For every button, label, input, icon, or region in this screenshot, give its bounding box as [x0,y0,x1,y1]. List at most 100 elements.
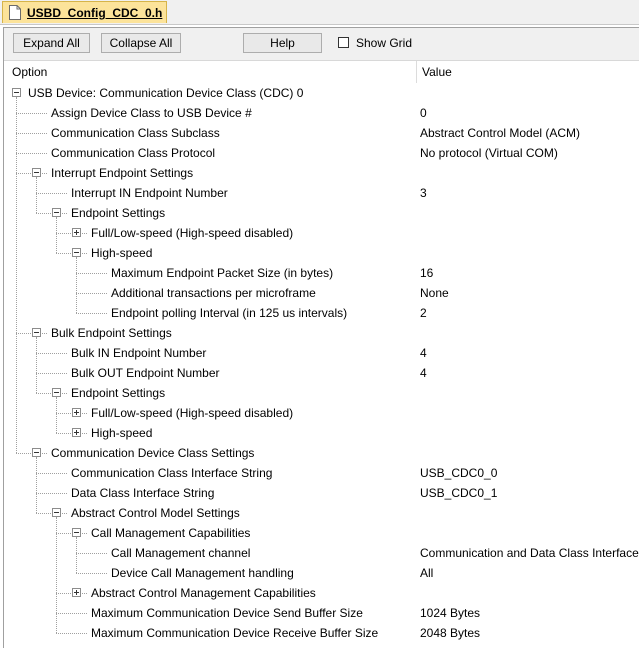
option-value[interactable]: All [420,566,433,580]
help-button[interactable]: Help [243,33,322,53]
tree-row[interactable]: Assign Device Class to USB Device # 0 [4,103,639,123]
tree-row[interactable]: Endpoint Settings [4,383,639,403]
tree-branch-line [76,553,107,554]
collapse-icon[interactable] [52,388,61,397]
tree-row[interactable]: Device Call Management handling All [4,563,639,583]
expand-icon[interactable] [72,408,81,417]
file-icon [9,5,21,20]
tree-row[interactable]: Endpoint polling Interval (in 125 us int… [4,303,639,323]
option-label: Full/Low-speed (High-speed disabled) [91,406,294,420]
option-label: Assign Device Class to USB Device # [51,106,252,120]
option-value[interactable]: 0 [420,106,427,120]
show-grid-label: Show Grid [356,36,413,50]
tree-branch-line [76,313,107,314]
option-label: High-speed [91,426,153,440]
tree-row[interactable]: Additional transactions per microframe No… [4,283,639,303]
tree-branch-line [36,373,67,374]
option-value[interactable]: USB_CDC0_1 [420,486,497,500]
tree-row[interactable]: Full/Low-speed (High-speed disabled) [4,403,639,423]
option-label: Endpoint Settings [71,386,166,400]
tree-branch-line [36,193,67,194]
option-label: Data Class Interface String [71,486,215,500]
tree-branch-line [16,153,47,154]
tree-row[interactable]: High-speed [4,423,639,443]
collapse-icon[interactable] [12,88,21,97]
expand-all-button[interactable]: Expand All [13,33,90,53]
option-value[interactable]: Abstract Control Model (ACM) [420,126,580,140]
option-label: Interrupt IN Endpoint Number [71,186,228,200]
tree-row[interactable]: High-speed [4,243,639,263]
tree-row[interactable]: Communication Device Class Settings [4,443,639,463]
expand-icon[interactable] [72,588,81,597]
option-label: Abstract Control Model Settings [71,506,240,520]
option-value[interactable]: 4 [420,346,427,360]
option-label: Bulk OUT Endpoint Number [71,366,220,380]
option-value[interactable]: 3 [420,186,427,200]
option-label: Maximum Communication Device Send Buffer… [91,606,363,620]
collapse-icon[interactable] [72,248,81,257]
toolbar: Expand All Collapse All Help Show Grid [4,28,639,61]
expand-icon[interactable] [72,228,81,237]
tree-branch-line [36,353,67,354]
tab-usbd-config-cdc[interactable]: USBD_Config_CDC_0.h [2,1,167,23]
column-header-value[interactable]: Value [422,65,452,79]
option-value[interactable]: Communication and Data Class Interface [420,546,639,560]
option-value[interactable]: 2048 Bytes [420,626,480,640]
tree-branch-line [76,273,107,274]
tree-row[interactable]: Abstract Control Management Capabilities [4,583,639,603]
tree-row[interactable]: Communication Class Subclass Abstract Con… [4,123,639,143]
option-value[interactable]: 16 [420,266,433,280]
option-label: Endpoint Settings [71,206,166,220]
tree-branch-line [16,133,47,134]
tree-row[interactable]: Interrupt IN Endpoint Number 3 [4,183,639,203]
tree-row[interactable]: Bulk IN Endpoint Number 4 [4,343,639,363]
tree-row[interactable]: Maximum Communication Device Receive Buf… [4,623,639,643]
column-divider[interactable] [416,61,417,83]
option-label: Device Call Management handling [111,566,294,580]
option-label: Bulk Endpoint Settings [51,326,172,340]
tree-branch-line [56,633,87,634]
tree-branch-line [76,293,107,294]
collapse-icon[interactable] [52,508,61,517]
option-value[interactable]: USB_CDC0_0 [420,466,497,480]
tree-branch-line [36,473,67,474]
option-value[interactable]: 4 [420,366,427,380]
show-grid-checkbox[interactable] [338,37,349,48]
option-value[interactable]: No protocol (Virtual COM) [420,146,558,160]
column-header-option[interactable]: Option [12,65,47,79]
option-value[interactable]: 1024 Bytes [420,606,480,620]
tree-row[interactable]: Full/Low-speed (High-speed disabled) [4,223,639,243]
tree-row[interactable]: Maximum Communication Device Send Buffer… [4,603,639,623]
tree-row[interactable]: Call Management channel Communication and… [4,543,639,563]
collapse-icon[interactable] [32,448,41,457]
collapse-all-button[interactable]: Collapse All [101,33,181,53]
collapse-icon[interactable] [72,528,81,537]
tree-row[interactable]: Communication Class Protocol No protocol … [4,143,639,163]
option-label: Bulk IN Endpoint Number [71,346,207,360]
tree-row[interactable]: Abstract Control Model Settings [4,503,639,523]
collapse-icon[interactable] [32,328,41,337]
option-label: Communication Class Protocol [51,146,216,160]
tree-branch-line [56,613,87,614]
tree-row[interactable]: Communication Class Interface String USB_… [4,463,639,483]
option-label: Additional transactions per microframe [111,286,316,300]
tree-row[interactable]: Bulk OUT Endpoint Number 4 [4,363,639,383]
tree-row[interactable]: Endpoint Settings [4,203,639,223]
tree-row[interactable]: Interrupt Endpoint Settings [4,163,639,183]
tree-row[interactable]: Data Class Interface String USB_CDC0_1 [4,483,639,503]
expand-icon[interactable] [72,428,81,437]
option-value[interactable]: None [420,286,449,300]
tab-strip: USBD_Config_CDC_0.h [0,0,639,25]
option-label: Endpoint polling Interval (in 125 us int… [111,306,348,320]
tree-row[interactable]: Bulk Endpoint Settings [4,323,639,343]
collapse-icon[interactable] [32,168,41,177]
option-value[interactable]: 2 [420,306,427,320]
tree-row[interactable]: USB Device: Communication Device Class (… [4,83,639,103]
tree-row[interactable]: Maximum Endpoint Packet Size (in bytes) 1… [4,263,639,283]
collapse-icon[interactable] [52,208,61,217]
options-tree: USB Device: Communication Device Class (… [4,83,639,649]
option-label: Communication Class Subclass [51,126,220,140]
tree-row[interactable]: Call Management Capabilities [4,523,639,543]
option-label: Call Management channel [111,546,251,560]
option-label: Maximum Communication Device Receive Buf… [91,626,379,640]
